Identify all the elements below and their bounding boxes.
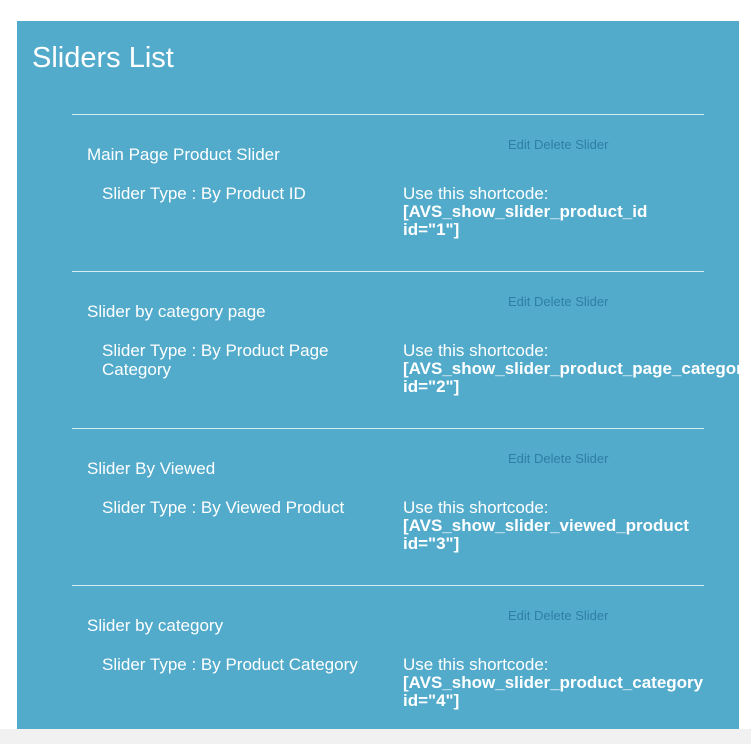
delete-slider-link[interactable]: Delete [534, 451, 572, 466]
slider-type: Slider Type : By Viewed Product [102, 498, 345, 517]
edit-slider-link[interactable]: Edit [508, 608, 530, 623]
slider-name: Main Page Product Slider [87, 145, 280, 164]
shortcode-block: Use this shortcode: [AVS_show_slider_pro… [403, 656, 723, 710]
shortcode-label: Use this shortcode: [403, 655, 549, 674]
slider-link-label[interactable]: Slider [575, 137, 608, 152]
slider-actions: Edit Delete Slider [508, 137, 608, 153]
slider-type: Slider Type : By Product Category [102, 655, 358, 674]
slider-link-label[interactable]: Slider [575, 294, 608, 309]
shortcode-value-line1: [AVS_show_slider_product_category [403, 673, 704, 692]
edit-slider-link[interactable]: Edit [508, 294, 530, 309]
shortcode-value-line1: [AVS_show_slider_viewed_product [403, 516, 689, 535]
page-top-background [0, 0, 751, 21]
slider-actions: Edit Delete Slider [508, 294, 608, 310]
slider-name: Slider by category page [87, 302, 266, 321]
shortcode-label: Use this shortcode: [403, 341, 549, 360]
shortcode-value-line2: id="1"] [403, 220, 460, 239]
edit-slider-link[interactable]: Edit [508, 451, 530, 466]
shortcode-value-line1: [AVS_show_slider_product_id [403, 202, 648, 221]
shortcode-block: Use this shortcode: [AVS_show_slider_pro… [403, 341, 739, 396]
slider-item-2: Slider by category page Edit Delete Slid… [72, 271, 739, 428]
delete-slider-link[interactable]: Delete [534, 137, 572, 152]
sliders-list-panel: Sliders List Main Page Product Slider Ed… [17, 21, 739, 729]
shortcode-value-line2: id="4"] [403, 691, 460, 710]
page-left-background [0, 0, 17, 729]
delete-slider-link[interactable]: Delete [534, 294, 572, 309]
slider-item-3: Slider By Viewed Edit Delete Slider Slid… [72, 428, 704, 585]
slider-link-label[interactable]: Slider [575, 451, 608, 466]
slider-actions: Edit Delete Slider [508, 451, 608, 467]
page-right-background [739, 21, 751, 729]
slider-link-label[interactable]: Slider [575, 608, 608, 623]
delete-slider-link[interactable]: Delete [534, 608, 572, 623]
shortcode-value-line2: id="2"] [403, 377, 460, 396]
slider-item-1: Main Page Product Slider Edit Delete Sli… [72, 114, 704, 271]
shortcode-block: Use this shortcode: [AVS_show_slider_vie… [403, 499, 723, 553]
edit-slider-link[interactable]: Edit [508, 137, 530, 152]
slider-name: Slider by category [87, 616, 224, 635]
slider-name: Slider By Viewed [87, 459, 216, 478]
slider-actions: Edit Delete Slider [508, 608, 608, 624]
page-title: Sliders List [32, 42, 174, 74]
shortcode-value-line2: id="3"] [403, 534, 460, 553]
shortcode-value-line1: [AVS_show_slider_product_page_category [403, 359, 739, 378]
slider-item-4: Slider by category Edit Delete Slider Sl… [72, 585, 704, 729]
shortcode-label: Use this shortcode: [403, 184, 549, 203]
slider-type: Slider Type : By Product Page Category [102, 341, 329, 379]
shortcode-label: Use this shortcode: [403, 498, 549, 517]
slider-type: Slider Type : By Product ID [102, 184, 306, 203]
shortcode-block: Use this shortcode: [AVS_show_slider_pro… [403, 185, 723, 239]
